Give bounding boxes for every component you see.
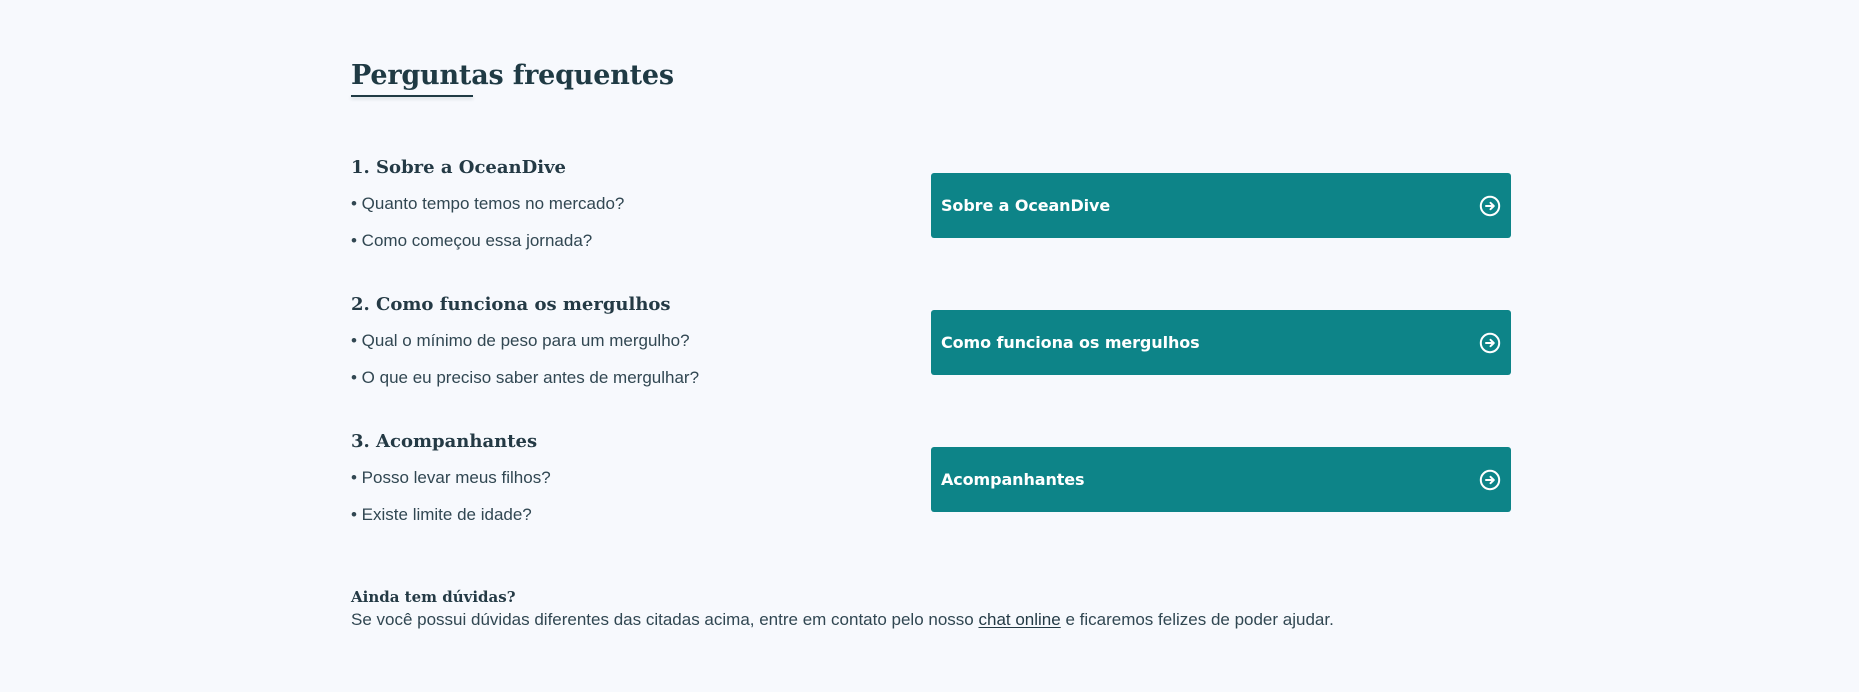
question-before-diving: • O que eu preciso saber antes de mergul…	[351, 368, 700, 387]
page-title: Perguntas frequentes	[351, 60, 674, 91]
how-dives-work-button-label: Como funciona os mergulhos	[941, 333, 1200, 352]
section-title-dives: 2. Como funciona os mergulhos	[351, 294, 671, 315]
about-oceandive-button-label: Sobre a OceanDive	[941, 196, 1111, 215]
faq-group-dives: 2. Como funciona os mergulhos • Qual o m…	[351, 293, 1511, 413]
faq-section: Perguntas frequentes 1. Sobre a OceanDiv…	[351, 0, 1511, 692]
faq-group-about: 1. Sobre a OceanDive • Quanto tempo temo…	[351, 156, 1511, 276]
companions-button[interactable]: Acompanhantes	[931, 447, 1511, 512]
help-text: Se você possui dúvidas diferentes das ci…	[351, 608, 1334, 632]
companions-button-label: Acompanhantes	[941, 470, 1085, 489]
section-title-companions: 3. Acompanhantes	[351, 431, 538, 452]
section-title-about: 1. Sobre a OceanDive	[351, 157, 566, 178]
question-age-limit: • Existe limite de idade?	[351, 505, 532, 524]
question-journey-start: • Como começou essa jornada?	[351, 231, 593, 250]
help-title: Ainda tem dúvidas?	[351, 588, 516, 606]
help-text-after: e ficaremos felizes de poder ajudar.	[1060, 610, 1334, 629]
arrow-circle-right-icon	[1478, 331, 1502, 355]
how-dives-work-button[interactable]: Como funciona os mergulhos	[931, 310, 1511, 375]
help-text-before: Se você possui dúvidas diferentes das ci…	[351, 610, 979, 629]
chat-online-link[interactable]: chat online	[978, 610, 1060, 629]
about-oceandive-button[interactable]: Sobre a OceanDive	[931, 173, 1511, 238]
question-market-time: • Quanto tempo temos no mercado?	[351, 194, 625, 213]
question-minimum-weight: • Qual o mínimo de peso para um mergulho…	[351, 331, 690, 350]
arrow-circle-right-icon	[1478, 194, 1502, 218]
title-underline	[351, 95, 473, 97]
faq-group-companions: 3. Acompanhantes • Posso levar meus filh…	[351, 430, 1511, 550]
arrow-circle-right-icon	[1478, 468, 1502, 492]
question-bring-children: • Posso levar meus filhos?	[351, 468, 551, 487]
